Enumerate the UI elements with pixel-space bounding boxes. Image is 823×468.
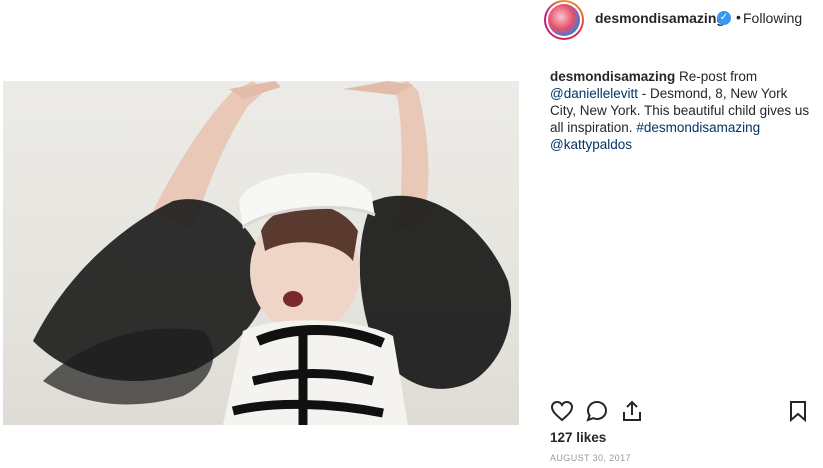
header-username[interactable]: desmondisamazing xyxy=(595,10,725,26)
bookmark-icon[interactable] xyxy=(786,399,810,423)
heart-icon[interactable] xyxy=(550,399,574,423)
caption-username[interactable]: desmondisamazing xyxy=(550,69,675,84)
verified-badge-icon: ✓ xyxy=(717,11,731,25)
avatar[interactable] xyxy=(544,0,584,40)
caption-mention-2[interactable]: @kattypaldos xyxy=(550,137,632,152)
caption-hashtag[interactable]: #desmondisamazing xyxy=(636,120,760,135)
post-caption: desmondisamazing Re-post from @daniellel… xyxy=(550,68,815,153)
likes-count[interactable]: 127 likes xyxy=(550,430,606,445)
post-header: desmondisamazing ✓ • Following xyxy=(538,0,823,44)
following-button[interactable]: Following xyxy=(743,10,802,26)
caption-text-1: Re-post from xyxy=(679,69,758,84)
post-sidebar: desmondisamazing ✓ • Following desmondis… xyxy=(538,0,823,468)
post-media-area xyxy=(0,0,538,468)
share-icon[interactable] xyxy=(620,399,644,423)
comment-icon[interactable] xyxy=(585,399,609,423)
post-actions xyxy=(538,395,823,425)
post-photo-illustration xyxy=(33,81,512,425)
post-date: AUGUST 30, 2017 xyxy=(550,453,631,463)
post-photo[interactable] xyxy=(3,81,519,425)
avatar-image xyxy=(548,4,580,36)
header-separator: • xyxy=(736,9,741,25)
caption-mention-1[interactable]: @daniellelevitt xyxy=(550,86,638,101)
